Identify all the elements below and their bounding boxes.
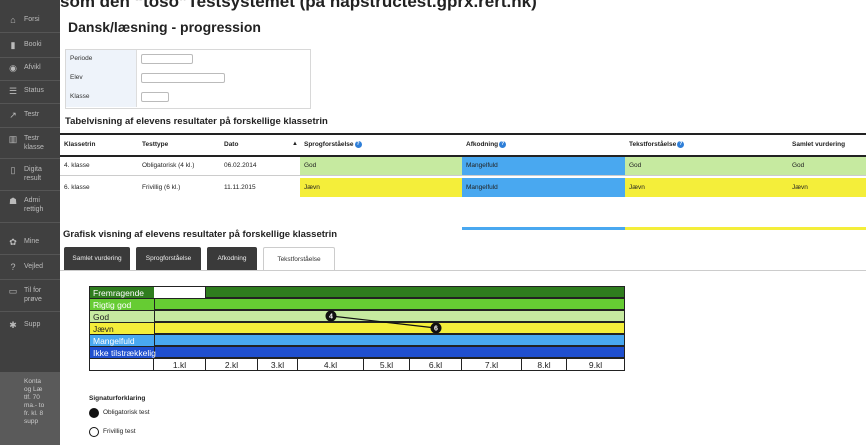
eye-icon: ◉ [9, 63, 17, 73]
legend-heading: Signaturforklaring [89, 395, 146, 402]
tab-afkodning[interactable]: Afkodning [207, 247, 257, 271]
cell-testtype: Obligatorisk (4 kl.) [142, 162, 195, 169]
periode-select[interactable] [141, 54, 193, 64]
divider [0, 254, 60, 255]
divider [0, 32, 60, 33]
divider [0, 311, 60, 312]
cell-afkodning: Mangelfuld [462, 178, 625, 197]
table-row: 6. klasse Frivillig (6 kl.) 11.11.2015 J… [60, 178, 866, 197]
sort-ascending-icon[interactable]: ▲ [292, 141, 298, 147]
table-row: 4. klasse Obligatorisk (4 kl.) 06.02.201… [60, 157, 866, 176]
header-klassetrin[interactable]: Klassetrin [60, 135, 138, 155]
divider [0, 158, 60, 159]
cell-samlet-vurdering: God [788, 157, 866, 175]
filter-panel: Periode Elev Klasse [65, 49, 311, 109]
filter-label: Periode [70, 55, 93, 62]
info-icon[interactable]: ? [499, 140, 507, 148]
data-point-label: 4 [329, 314, 333, 321]
filter-row-elev: Elev [66, 69, 310, 88]
table-section-heading: Tabelvisning af elevens resultater på fo… [65, 116, 328, 127]
users-icon: ☗ [8, 196, 18, 206]
header-dato[interactable]: Dato [220, 135, 300, 155]
cell-afkodning: Mangelfuld [462, 157, 625, 175]
series-line [330, 315, 437, 329]
divider [0, 80, 60, 81]
cell-sprogforstaaelse: God [300, 157, 462, 175]
question-icon: ? [10, 262, 16, 272]
filter-row-klasse: Klasse [66, 88, 310, 107]
cell-samlet-vurdering: Jævn [788, 178, 866, 197]
filter-label: Elev [70, 74, 83, 81]
data-point-label: 6 [434, 326, 438, 333]
info-icon[interactable]: ? [354, 140, 362, 148]
header-sprogforstaaelse[interactable]: Sprogforståelse? [300, 135, 462, 155]
elev-select[interactable] [141, 73, 225, 83]
divider [0, 190, 60, 191]
page-caption: som den “toso”Testsystemet (på hapstruct… [60, 0, 537, 11]
contact-info: Konta og Læ tlf. 70 ma.- to fr. kl. 8 su… [0, 372, 60, 445]
header-afkodning[interactable]: Afkodning? [462, 135, 625, 155]
cell-tekstforstaaelse: Jævn [625, 178, 788, 197]
document-icon: ▯ [10, 165, 16, 175]
page-title: Dansk/læsning - progression [68, 19, 261, 35]
scroll-remnant [625, 227, 866, 230]
cell-dato: 06.02.2014 [224, 162, 257, 169]
settings-icon: ✱ [9, 320, 17, 330]
book-icon: ▮ [10, 40, 16, 50]
cell-sprogforstaaelse: Jævn [300, 178, 462, 197]
scroll-remnant [462, 227, 625, 230]
home-icon: ⌂ [10, 15, 16, 25]
cell-tekstforstaaelse: God [625, 157, 788, 175]
header-tekstforstaaelse[interactable]: Tekstforståelse? [625, 135, 788, 155]
cell-dato: 11.11.2015 [224, 184, 256, 191]
bar-chart-icon: ▥ [8, 134, 18, 144]
tab-baseline [60, 270, 866, 271]
tab-samlet-vurdering[interactable]: Samlet vurdering [64, 247, 130, 271]
list-icon: ☰ [8, 86, 18, 96]
gear-icon: ✿ [9, 237, 17, 247]
info-icon[interactable]: ? [677, 140, 685, 148]
filled-circle-icon [89, 408, 99, 418]
cell-klassetrin: 4. klasse [64, 162, 90, 169]
klasse-select[interactable] [141, 92, 169, 102]
sidebar: ⌂ Forsi ▮ Booki ◉ Afvikl ☰ Status ↗ Test… [0, 0, 60, 445]
table-header-row: Klassetrin Testtype Dato ▲ Sprogforståel… [60, 133, 866, 157]
tab-sprogforstaaelse[interactable]: Sprogforståelse [136, 247, 201, 271]
header-testtype[interactable]: Testtype [138, 135, 220, 155]
cell-klassetrin: 6. klasse [64, 184, 90, 191]
divider [0, 57, 60, 58]
tab-tekstforstaaelse[interactable]: Tekstforståelse [263, 247, 335, 271]
divider [0, 279, 60, 280]
filter-label: Klasse [70, 93, 90, 100]
empty-circle-icon [89, 427, 99, 437]
trend-icon: ↗ [9, 110, 17, 120]
main-content: Dansk/læsning - progression Periode Elev… [60, 17, 866, 445]
divider [0, 103, 60, 104]
header-samlet-vurdering[interactable]: Samlet vurdering [788, 135, 866, 155]
monitor-icon: ▭ [8, 286, 18, 296]
chart-section-heading: Grafisk visning af elevens resultater på… [63, 229, 338, 240]
filter-row-periode: Periode [66, 50, 310, 69]
divider [0, 222, 60, 223]
plot-layer: 46 [325, 310, 442, 334]
cell-testtype: Frivillig (6 kl.) [142, 184, 181, 191]
divider [0, 127, 60, 128]
